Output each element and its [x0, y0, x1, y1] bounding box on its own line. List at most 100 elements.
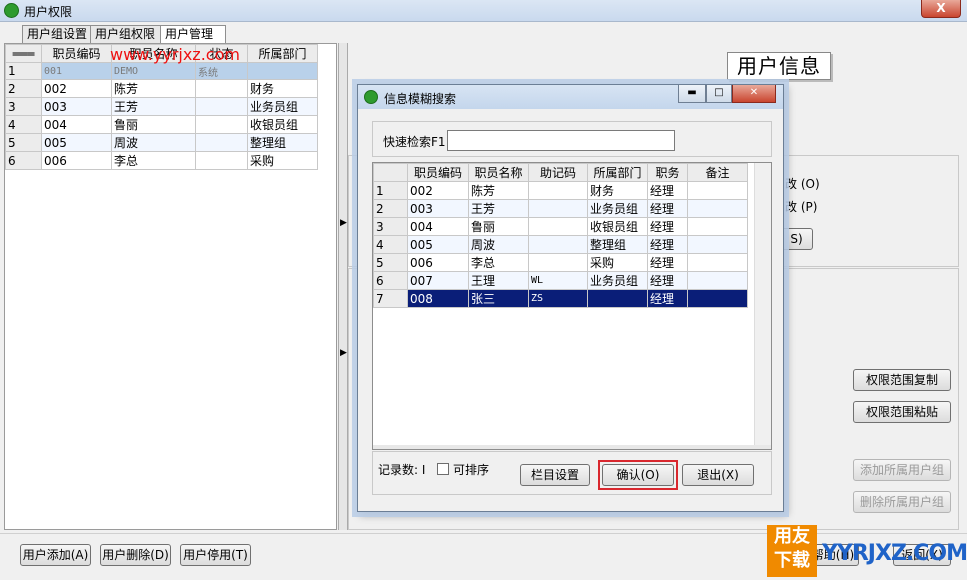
cell-name: DEMO [111, 62, 196, 80]
search-results-panel: 职员编码 职员名称 助记码 所属部门 职务 备注 1 002 陈芳 财务 经理 … [372, 162, 772, 450]
cell-code: 004 [407, 217, 469, 236]
confirm-highlight-box [598, 460, 678, 490]
cell-code: 001 [41, 62, 112, 80]
cell-title: 经理 [647, 235, 688, 254]
minimize-icon[interactable]: ▬ [678, 85, 706, 103]
cell-code: 006 [41, 151, 112, 170]
remove-group-button[interactable]: 删除所属用户组 [853, 491, 951, 513]
col-header-dept[interactable]: 所属部门 [247, 44, 318, 63]
col-header-note[interactable]: 备注 [687, 163, 748, 182]
cell-code: 007 [407, 271, 469, 290]
cell-dept: 收银员组 [587, 217, 648, 236]
tab-user-management[interactable]: 用户管理 [160, 25, 226, 44]
search-results-header: 职员编码 职员名称 助记码 所属部门 职务 备注 [373, 163, 748, 182]
exit-button[interactable]: 退出(X) [682, 464, 754, 486]
row-index: 5 [373, 253, 408, 272]
radio-option-p[interactable]: 改 (P) [785, 198, 817, 215]
tab-user-group-permissions[interactable]: 用户组权限 [90, 25, 168, 43]
col-header-title[interactable]: 职务 [647, 163, 688, 182]
splitter-arrow-right-icon[interactable]: ▶ [340, 348, 347, 358]
table-row[interactable]: 4 005 周波 整理组 经理 [373, 235, 748, 254]
table-row[interactable]: 6 006 李总 采购 [5, 151, 318, 170]
cell-dept: 采购 [247, 151, 318, 170]
vertical-scrollbar[interactable] [754, 163, 771, 449]
sortable-checkbox[interactable] [437, 463, 449, 475]
fuzzy-search-dialog: 信息模糊搜索 ▬ □ ✕ 快速检索F1 职员编码 职员名称 助记码 所属部门 职… [357, 84, 784, 512]
row-index: 2 [5, 79, 42, 98]
add-group-button[interactable]: 添加所属用户组 [853, 459, 951, 481]
col-header-name[interactable]: 职员名称 [468, 163, 529, 182]
cell-mnemonic [528, 253, 588, 272]
col-header-code[interactable]: 职员编码 [41, 44, 112, 63]
table-row[interactable]: 2 002 陈芳 财务 [5, 79, 318, 98]
col-header-dept[interactable]: 所属部门 [587, 163, 648, 182]
user-delete-button[interactable]: 用户删除(D) [100, 544, 171, 566]
paste-range-button[interactable]: 权限范围粘贴 [853, 401, 951, 423]
cell-name: 王芳 [111, 97, 196, 116]
cell-note [687, 235, 748, 254]
dialog-close-button[interactable]: ✕ [732, 85, 776, 103]
radio-option-o[interactable]: 改 (O) [785, 175, 820, 192]
cell-title: 经理 [647, 181, 688, 200]
cell-name: 鲁丽 [111, 115, 196, 134]
horizontal-scrollbar[interactable] [373, 445, 771, 449]
cell-dept: 财务 [587, 181, 648, 200]
watermark-badge: 用友 下载 [767, 525, 817, 577]
cell-mnemonic: WL [528, 271, 588, 290]
table-row[interactable]: 3 003 王芳 业务员组 [5, 97, 318, 116]
app-logo-icon [4, 3, 19, 18]
row-index: 4 [373, 235, 408, 254]
user-disable-button[interactable]: 用户停用(T) [180, 544, 251, 566]
cell-status [195, 151, 248, 170]
cell-title: 经理 [647, 271, 688, 290]
cell-name: 李总 [111, 151, 196, 170]
table-row-selected[interactable]: 7 008 张三 ZS 经理 [373, 289, 748, 308]
dialog-title: 信息模糊搜索 [384, 92, 457, 106]
cell-code: 006 [407, 253, 469, 272]
cell-dept: 业务员组 [247, 97, 318, 116]
cell-title: 经理 [647, 199, 688, 218]
cell-name: 鲁丽 [468, 217, 529, 236]
user-list-panel: ═══ 职员编码 职员名称 状态 所属部门 1 001 DEMO 系统 2 00… [4, 43, 337, 530]
row-index: 7 [373, 289, 408, 308]
cell-note [687, 181, 748, 200]
watermark-url: www.yyrjxz.com [110, 45, 240, 64]
table-row[interactable]: 5 005 周波 整理组 [5, 133, 318, 152]
record-count-label: 记录数: I [378, 463, 426, 477]
cell-title: 经理 [647, 217, 688, 236]
table-row[interactable]: 5 006 李总 采购 经理 [373, 253, 748, 272]
cell-name: 周波 [111, 133, 196, 152]
search-results-table: 职员编码 职员名称 助记码 所属部门 职务 备注 1 002 陈芳 财务 经理 … [373, 163, 748, 308]
tab-user-group-settings[interactable]: 用户组设置 [22, 25, 100, 43]
watermark-text: YYRJXZ.COM [822, 541, 967, 566]
cell-note [687, 253, 748, 272]
window-close-button[interactable]: X [921, 0, 961, 18]
table-row[interactable]: 4 004 鲁丽 收银员组 [5, 115, 318, 134]
col-header-code[interactable]: 职员编码 [407, 163, 469, 182]
table-row[interactable]: 1 001 DEMO 系统 [5, 62, 318, 80]
cell-status: 系统 [195, 62, 248, 80]
cell-mnemonic [528, 181, 588, 200]
cell-dept: 业务员组 [587, 271, 648, 290]
table-row[interactable]: 1 002 陈芳 财务 经理 [373, 181, 748, 200]
cell-status [195, 133, 248, 152]
cell-title: 经理 [647, 253, 688, 272]
table-row[interactable]: 6 007 王理 WL 业务员组 经理 [373, 271, 748, 290]
splitter-arrow-right-icon[interactable]: ▶ [340, 218, 347, 228]
column-settings-button[interactable]: 栏目设置 [520, 464, 590, 486]
quick-search-input[interactable] [447, 130, 675, 151]
cell-dept: 业务员组 [587, 199, 648, 218]
row-index: 2 [373, 199, 408, 218]
user-add-button[interactable]: 用户添加(A) [20, 544, 91, 566]
table-row[interactable]: 3 004 鲁丽 收银员组 经理 [373, 217, 748, 236]
maximize-icon[interactable]: □ [706, 85, 732, 103]
cell-mnemonic [528, 235, 588, 254]
col-header-mnemonic[interactable]: 助记码 [528, 163, 588, 182]
option-s-button[interactable]: S) [780, 228, 813, 250]
cell-name: 李总 [468, 253, 529, 272]
copy-range-button[interactable]: 权限范围复制 [853, 369, 951, 391]
cell-title: 经理 [647, 289, 688, 308]
panel-splitter[interactable]: ▶ ▶ [338, 43, 348, 530]
table-row[interactable]: 2 003 王芳 业务员组 经理 [373, 199, 748, 218]
cell-code: 005 [407, 235, 469, 254]
